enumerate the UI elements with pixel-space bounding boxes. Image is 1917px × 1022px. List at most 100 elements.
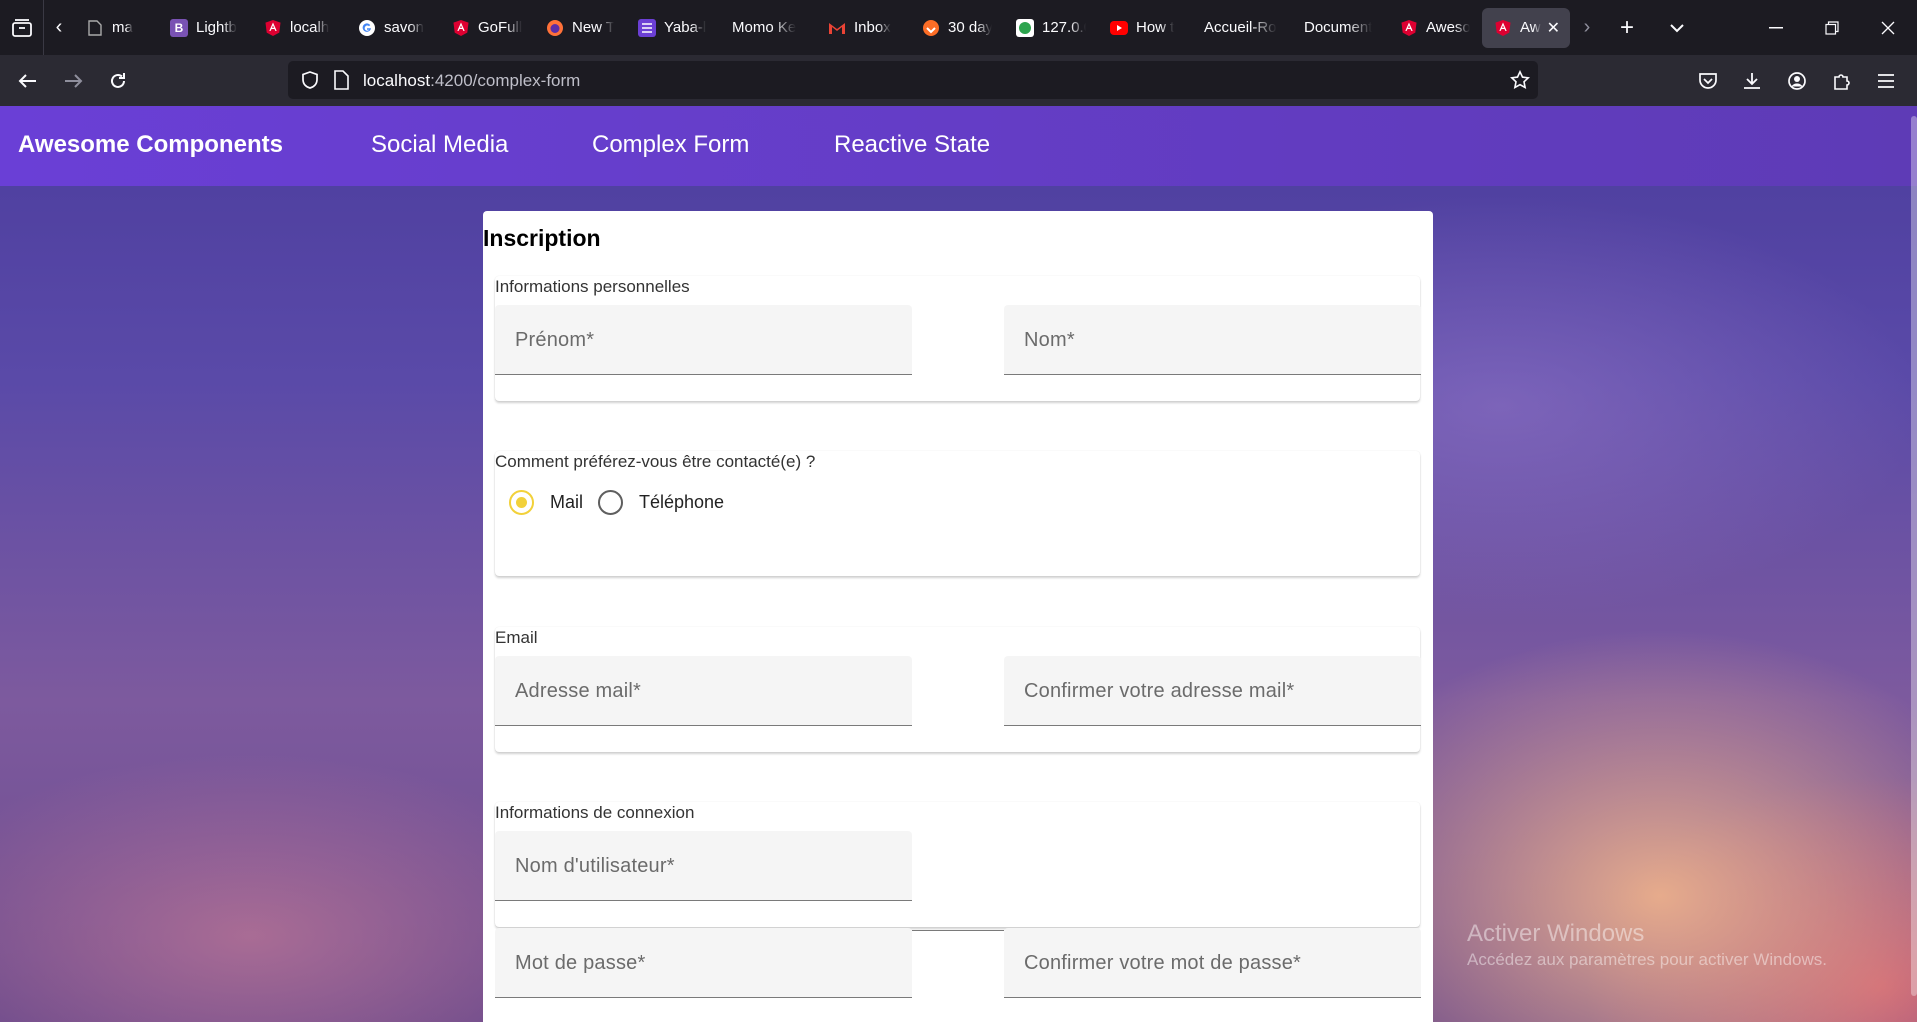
arrow-right-icon — [65, 74, 83, 88]
browser-tab-label: 30 day — [948, 19, 992, 36]
nav-link-complex-form[interactable]: Complex Form — [592, 131, 749, 159]
browser-tab-label: localh — [290, 19, 330, 36]
list-icon — [638, 18, 656, 37]
angular-icon — [1494, 19, 1512, 37]
tab-overflow-button[interactable] — [1652, 0, 1702, 55]
scroll-tabs-left-button[interactable]: ‹ — [44, 0, 74, 55]
plus-icon: + — [1619, 13, 1634, 41]
account-button[interactable] — [1779, 63, 1815, 99]
browser-tab-label: Yaba-l — [664, 19, 707, 36]
back-button[interactable] — [10, 63, 46, 99]
last-name-field[interactable]: Nom* — [1004, 305, 1421, 375]
chevron-left-icon: ‹ — [55, 16, 63, 38]
radio-mail-label[interactable]: Mail — [550, 492, 583, 513]
browser-tab[interactable]: localh — [252, 8, 344, 48]
browser-tab[interactable]: Inbox — [816, 8, 908, 48]
close-window-button[interactable] — [1860, 0, 1916, 55]
tab-list-icon — [11, 18, 32, 37]
radio-mail-checked-icon[interactable] — [509, 490, 534, 515]
radio-telephone-unchecked-icon[interactable] — [598, 490, 623, 515]
pocket-icon — [1699, 73, 1717, 89]
nav-link-social-media[interactable]: Social Media — [371, 131, 508, 159]
bookmark-star-icon[interactable] — [1510, 70, 1530, 90]
browser-tab-label: 127.0.0 — [1042, 19, 1086, 36]
contact-radio-mail[interactable]: Mail — [509, 490, 583, 515]
reload-icon — [111, 73, 125, 88]
url-text[interactable]: localhost:4200/complex-form — [363, 71, 580, 91]
form-title: Inscription — [483, 225, 601, 251]
gitlab-icon — [922, 19, 940, 37]
downloads-button[interactable] — [1734, 63, 1770, 99]
url-path: :4200/complex-form — [430, 71, 581, 90]
minimize-icon — [1769, 26, 1783, 28]
browser-tab[interactable]: Accueil-Ro — [1192, 8, 1290, 48]
browser-tab-label: Momo Ke — [732, 19, 797, 36]
puzzle-icon — [1834, 74, 1850, 90]
browser-tab-strip: ‹ ma B Lightb localh savon GoFull New T Yaba-l M… — [0, 0, 1917, 55]
browser-tab[interactable]: 127.0.0 — [1004, 8, 1096, 48]
chevron-down-icon — [1670, 23, 1684, 32]
browser-tab-label: Lightb — [196, 19, 237, 36]
password-field[interactable]: Mot de passe* — [495, 928, 912, 998]
download-icon — [1744, 73, 1760, 89]
angular-icon — [1400, 19, 1418, 37]
radio-telephone-label[interactable]: Téléphone — [639, 492, 724, 513]
windows-activation-subtitle: Accédez aux paramètres pour activer Wind… — [1467, 950, 1827, 969]
chevron-right-icon: › — [1583, 16, 1591, 38]
restore-window-button[interactable] — [1804, 0, 1860, 55]
tab-list: ma B Lightb localh savon GoFull New T Yaba-l Mom… — [74, 0, 1572, 55]
browser-tab[interactable]: Momo Ke — [720, 8, 814, 48]
hamburger-menu-icon — [1878, 74, 1894, 88]
close-tab-icon[interactable]: ✕ — [1547, 18, 1560, 38]
browser-tab[interactable]: Document — [1292, 8, 1386, 48]
scroll-tabs-right-button[interactable]: › — [1572, 0, 1602, 55]
new-tab-button[interactable]: + — [1602, 0, 1652, 55]
forward-button[interactable] — [55, 63, 91, 99]
personal-info-label: Informations personnelles — [495, 277, 690, 296]
extensions-button[interactable] — [1824, 63, 1860, 99]
nav-link-reactive-state[interactable]: Reactive State — [834, 131, 990, 159]
angular-icon — [264, 19, 282, 37]
angular-icon — [452, 19, 470, 37]
browser-tab[interactable]: savon — [346, 8, 438, 48]
email-field[interactable]: Adresse mail* — [495, 656, 912, 726]
address-bar[interactable]: localhost:4200/complex-form — [288, 61, 1538, 99]
youtube-icon — [1110, 19, 1128, 37]
account-icon — [1788, 72, 1806, 90]
restore-icon — [1825, 20, 1839, 35]
minimize-window-button[interactable] — [1748, 0, 1804, 55]
browser-tab[interactable]: GoFull — [440, 8, 532, 48]
browser-tab-label: ma — [112, 19, 133, 36]
browser-tab[interactable]: Aw ✕ — [1482, 7, 1570, 48]
page-viewport: Awesome Components Social Media Complex … — [0, 106, 1917, 1022]
reload-button[interactable] — [100, 63, 136, 99]
browser-tab[interactable]: 30 day — [910, 8, 1002, 48]
page-info-icon[interactable] — [332, 70, 350, 90]
pocket-button[interactable] — [1690, 63, 1726, 99]
confirm-email-field[interactable]: Confirmer votre adresse mail* — [1004, 656, 1421, 726]
username-field[interactable]: Nom d'utilisateur* — [495, 831, 912, 901]
windows-activation-title: Activer Windows — [1467, 920, 1645, 947]
confirm-password-field[interactable]: Confirmer votre mot de passe* — [1004, 928, 1421, 998]
generic-page-icon — [86, 19, 104, 37]
gmail-icon — [828, 19, 846, 37]
browser-tab[interactable]: New T — [534, 8, 624, 48]
first-name-field[interactable]: Prénom* — [495, 305, 912, 375]
browser-tab[interactable]: Aweso — [1388, 8, 1480, 48]
app-toolbar: Awesome Components Social Media Complex … — [0, 106, 1917, 186]
browser-tab[interactable]: B Lightb — [158, 8, 250, 48]
registration-form-card: Inscription Informations personnelles Pr… — [483, 211, 1433, 1022]
contact-radio-telephone[interactable]: Téléphone — [598, 490, 724, 515]
app-menu-button[interactable] — [1868, 63, 1904, 99]
browser-tab[interactable]: ma — [74, 8, 156, 48]
browser-tab-label: Document — [1304, 19, 1373, 36]
close-icon — [1881, 21, 1895, 34]
app-brand[interactable]: Awesome Components — [18, 131, 283, 159]
browser-tab[interactable]: Yaba-l — [626, 8, 718, 48]
browser-tab[interactable]: How t — [1098, 8, 1190, 48]
list-all-tabs-button[interactable] — [0, 0, 44, 55]
shield-icon[interactable] — [300, 70, 320, 90]
login-info-label: Informations de connexion — [495, 803, 695, 822]
browser-tab-label: Aw — [1520, 19, 1541, 36]
browser-tab-label: How t — [1136, 19, 1175, 36]
